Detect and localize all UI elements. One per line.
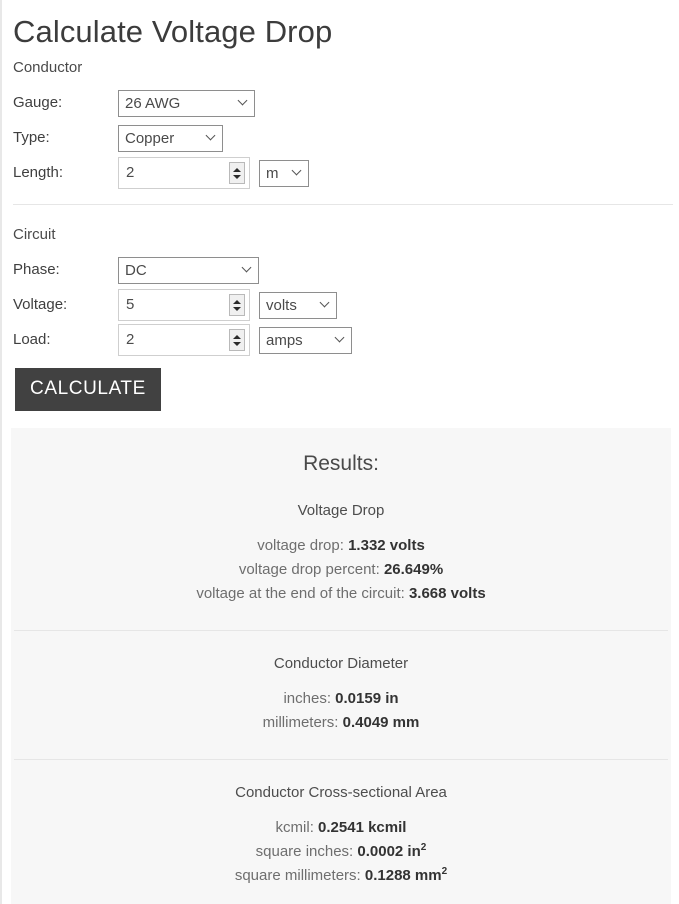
load-row: Load: 2 amps (13, 323, 668, 357)
conductor-section: Conductor Gauge: 26 AWG Type: Copper Len… (11, 54, 668, 190)
result-line-value: 0.0159 in (335, 690, 399, 707)
chevron-down-icon (207, 132, 216, 141)
results-title: Results: (303, 452, 379, 475)
result-line: square millimeters: 0.1288 mm2 (14, 864, 668, 888)
result-line: millimeters: 0.4049 mm (14, 711, 668, 735)
voltage-drop-calculator-page: Calculate Voltage Drop Conductor Gauge: … (0, 0, 679, 904)
gauge-select[interactable]: 26 AWG (118, 89, 255, 117)
result-group-heading: Conductor Cross-sectional Area (235, 784, 447, 801)
gauge-select-value: 26 AWG (125, 94, 181, 112)
result-line-label: square millimeters: (234, 867, 361, 884)
spinner-up-icon[interactable] (233, 167, 241, 172)
result-line-label: voltage drop: (257, 537, 344, 554)
voltage-label: Voltage: (13, 296, 68, 313)
result-group: Conductor Diameter inches: 0.0159 in milli… (14, 630, 668, 759)
load-label: Load: (13, 331, 51, 348)
result-line-label: millimeters: (262, 714, 339, 731)
length-input-value: 2 (126, 164, 135, 181)
spinner-down-icon[interactable] (233, 174, 241, 179)
result-line-value: 0.4049 mm (342, 714, 420, 731)
result-line: voltage drop: 1.332 volts (11, 534, 671, 558)
spinner-down-icon[interactable] (233, 341, 241, 346)
length-unit-select[interactable]: m (259, 159, 309, 187)
type-select[interactable]: Copper (118, 124, 223, 152)
page-inner: Calculate Voltage Drop Conductor Gauge: … (2, 0, 679, 411)
result-line-value: 0.1288 mm2 (364, 866, 448, 885)
load-input-value: 2 (126, 331, 135, 348)
voltage-field-wrap: 5 volts (118, 289, 337, 321)
chevron-down-icon (321, 299, 330, 308)
result-line-value: 0.0002 in2 (357, 842, 427, 861)
load-unit-select[interactable]: amps (259, 326, 352, 354)
result-line: inches: 0.0159 in (14, 687, 668, 711)
result-line-label: inches: (283, 690, 331, 707)
circuit-section-label: Circuit (13, 226, 56, 243)
results-panel: Results: Voltage Drop voltage drop: 1.332… (11, 428, 671, 904)
result-group: Conductor Cross-sectional Area kcmil: 0.2… (14, 759, 668, 904)
chevron-down-icon (239, 97, 248, 106)
spinner-up-icon[interactable] (233, 299, 241, 304)
result-line-superscript: 2 (441, 866, 448, 877)
spinner-up-icon[interactable] (233, 334, 241, 339)
result-line-value: 26.649% (383, 561, 444, 578)
length-label: Length: (13, 164, 64, 181)
voltage-input[interactable]: 5 (118, 289, 250, 321)
result-line: voltage drop percent: 26.649% (11, 558, 671, 582)
length-input[interactable]: 2 (118, 157, 250, 189)
type-row: Type: Copper (13, 121, 668, 155)
length-stepper[interactable] (229, 162, 245, 184)
page-title: Calculate Voltage Drop (13, 14, 333, 49)
result-group: Voltage Drop voltage drop: 1.332 volts vol… (11, 500, 671, 630)
voltage-stepper[interactable] (229, 294, 245, 316)
result-line-value: 0.2541 kcmil (318, 819, 407, 836)
result-group-heading: Conductor Diameter (273, 655, 409, 672)
result-line-label: square inches: (255, 843, 354, 860)
voltage-input-value: 5 (126, 296, 135, 313)
phase-select-value: DC (125, 261, 147, 279)
gauge-label: Gauge: (13, 94, 63, 111)
result-line-label: kcmil: (275, 819, 314, 836)
voltage-unit-value: volts (266, 296, 297, 314)
chevron-down-icon (293, 167, 302, 176)
spinner-down-icon[interactable] (233, 306, 241, 311)
load-stepper[interactable] (229, 329, 245, 351)
load-unit-value: amps (266, 331, 303, 349)
phase-select[interactable]: DC (118, 256, 259, 284)
voltage-row: Voltage: 5 volts (13, 288, 668, 322)
length-unit-value: m (266, 164, 279, 182)
result-line: square inches: 0.0002 in2 (14, 840, 668, 864)
gauge-row: Gauge: 26 AWG (13, 86, 668, 120)
result-line: kcmil: 0.2541 kcmil (14, 816, 668, 840)
calculate-button[interactable]: CALCULATE (15, 368, 161, 411)
chevron-down-icon (336, 334, 345, 343)
result-line: voltage at the end of the circuit: 3.668… (11, 582, 671, 606)
type-field-wrap: Copper (118, 124, 223, 152)
chevron-down-icon (243, 264, 252, 273)
result-line-label: voltage at the end of the circuit: (196, 585, 405, 602)
circuit-section: Circuit Phase: DC Voltage: 5 volts Load:… (11, 221, 668, 411)
phase-row: Phase: DC (13, 253, 668, 287)
type-label: Type: (13, 129, 50, 146)
phase-label: Phase: (13, 261, 60, 278)
phase-field-wrap: DC (118, 256, 259, 284)
result-line-value: 1.332 volts (348, 537, 425, 554)
result-line-label: voltage drop percent: (238, 561, 380, 578)
voltage-unit-select[interactable]: volts (259, 291, 337, 319)
load-field-wrap: 2 amps (118, 324, 352, 356)
result-line-superscript: 2 (420, 842, 427, 853)
section-divider (13, 204, 673, 205)
length-field-wrap: 2 m (118, 157, 309, 189)
type-select-value: Copper (125, 129, 175, 147)
conductor-section-label: Conductor (13, 59, 83, 76)
gauge-field-wrap: 26 AWG (118, 89, 255, 117)
result-line-value: 3.668 volts (408, 585, 486, 602)
results-groups: Voltage Drop voltage drop: 1.332 volts vol… (11, 500, 671, 904)
result-group-heading: Voltage Drop (297, 502, 385, 519)
load-input[interactable]: 2 (118, 324, 250, 356)
length-row: Length: 2 m (13, 156, 668, 190)
